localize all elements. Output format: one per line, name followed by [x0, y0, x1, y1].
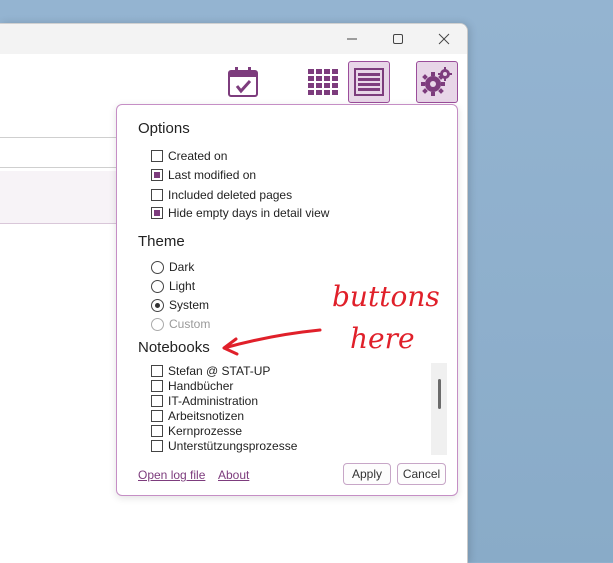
theme-label: Light: [169, 279, 196, 293]
calendar-view-button[interactable]: [222, 61, 264, 103]
option-hide-empty-days[interactable]: Hide empty days in detail view: [151, 205, 329, 221]
settings-button[interactable]: [416, 61, 458, 103]
notebook-label: IT-Administration: [168, 393, 259, 408]
notebook-label: Arbeitsnotizen: [168, 408, 245, 423]
notebook-label: Kernprozesse: [168, 423, 243, 438]
handwritten-annotation: buttons here: [222, 280, 440, 356]
notebook-label: Unterstützungsprozesse: [168, 438, 298, 453]
divider: [0, 137, 120, 138]
option-label: Included deleted pages: [168, 188, 293, 202]
close-icon: [438, 33, 450, 45]
theme-dark[interactable]: Dark: [151, 259, 194, 275]
checkbox[interactable]: [151, 394, 163, 407]
theme-custom: Custom: [151, 316, 210, 332]
annotation-arrow: [222, 328, 322, 356]
option-last-modified[interactable]: Last modified on: [151, 167, 256, 183]
scrollbar-thumb[interactable]: [438, 379, 441, 409]
radio-button[interactable]: [151, 260, 164, 274]
checkbox[interactable]: [151, 207, 163, 219]
options-title: Options: [138, 120, 190, 137]
list-item[interactable]: Arbeitsnotizen: [151, 408, 447, 423]
radio-button[interactable]: [151, 279, 164, 293]
maximize-button[interactable]: [375, 24, 421, 54]
cancel-button[interactable]: Cancel: [397, 463, 446, 485]
checkbox[interactable]: [151, 379, 163, 392]
theme-system[interactable]: System: [151, 297, 209, 313]
checkbox[interactable]: [151, 169, 163, 181]
notebook-label: Handbücher: [168, 378, 234, 393]
notebooks-title: Notebooks: [138, 339, 210, 356]
about-link[interactable]: About: [218, 468, 249, 482]
list-icon: [354, 68, 384, 96]
option-label: Last modified on: [168, 168, 257, 182]
open-log-file-link[interactable]: Open log file: [138, 468, 205, 482]
radio-button: [151, 317, 164, 331]
maximize-icon: [393, 34, 403, 44]
list-item[interactable]: Handbücher: [151, 378, 447, 393]
checkbox[interactable]: [151, 439, 163, 452]
minimize-icon: [347, 38, 357, 40]
list-item[interactable]: IT-Administration: [151, 393, 447, 408]
checkbox[interactable]: [151, 409, 163, 422]
checkbox[interactable]: [151, 189, 163, 201]
annotation-line1: buttons: [332, 280, 440, 313]
option-label: Created on: [168, 149, 228, 163]
notebooks-scrollbar[interactable]: [431, 363, 447, 455]
notebooks-list[interactable]: Stefan @ STAT-UP Handbücher IT-Administr…: [151, 363, 447, 455]
list-item[interactable]: Unterstützungsprozesse: [151, 438, 447, 453]
checkbox[interactable]: [151, 150, 163, 162]
content-band: [0, 171, 120, 224]
divider: [0, 167, 120, 168]
theme-label: Custom: [169, 317, 211, 331]
annotation-line2: here: [350, 322, 415, 355]
option-included-deleted[interactable]: Included deleted pages: [151, 187, 292, 203]
theme-light[interactable]: Light: [151, 278, 195, 294]
theme-label: System: [169, 298, 210, 312]
option-created-on[interactable]: Created on: [151, 148, 227, 164]
checkbox[interactable]: [151, 364, 163, 377]
grid-view-button[interactable]: [302, 61, 344, 103]
grid-icon: [308, 69, 338, 95]
calendar-check-icon: [228, 67, 258, 97]
checkbox[interactable]: [151, 424, 163, 437]
minimize-button[interactable]: [329, 24, 375, 54]
list-item[interactable]: Kernprozesse: [151, 423, 447, 438]
apply-button[interactable]: Apply: [343, 463, 391, 485]
radio-button[interactable]: [151, 298, 164, 312]
close-button[interactable]: [421, 24, 467, 54]
option-label: Hide empty days in detail view: [168, 206, 330, 220]
gear-icon: [421, 67, 452, 96]
theme-label: Dark: [169, 260, 195, 274]
list-view-button[interactable]: [348, 61, 390, 103]
theme-title: Theme: [138, 233, 185, 250]
title-bar: [0, 24, 467, 54]
